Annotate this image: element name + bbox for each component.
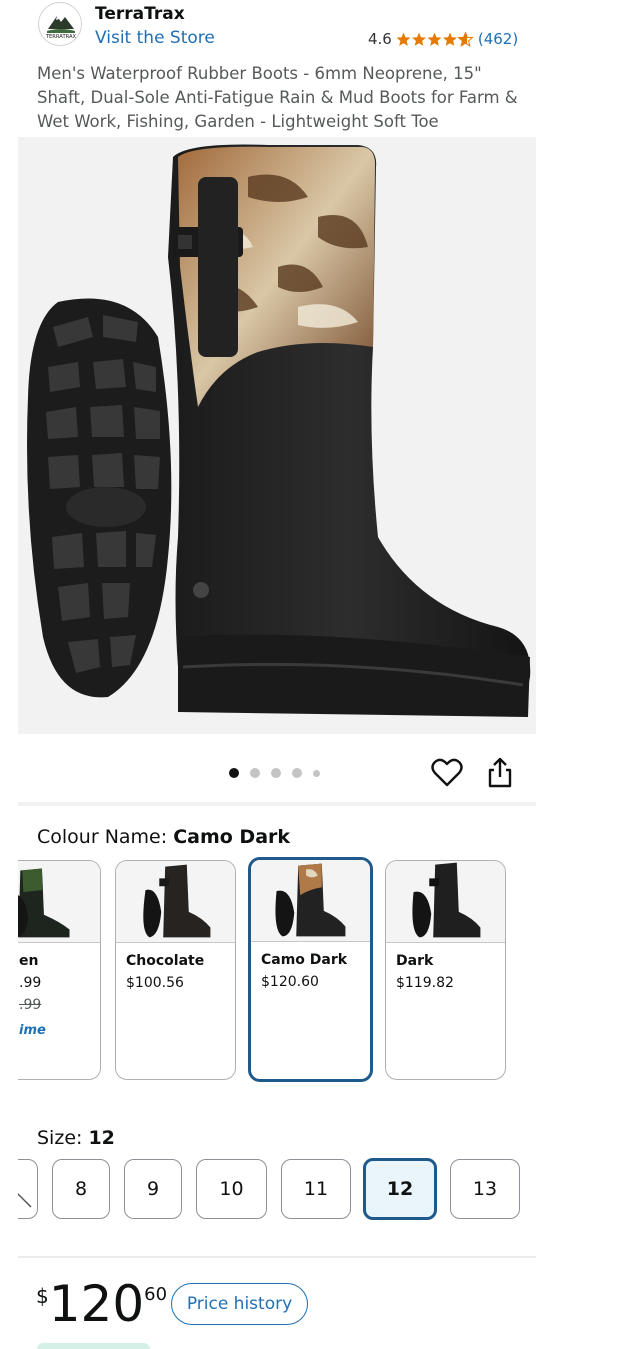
- price-display: $ 120 60: [36, 1276, 167, 1332]
- carousel-dot[interactable]: [250, 768, 260, 778]
- swatch-name: Camo Dark: [261, 952, 348, 968]
- swatch-price: $100.56: [126, 975, 184, 991]
- swatch-image: [18, 861, 100, 943]
- swatch-prime-badge: ime: [19, 1023, 46, 1038]
- share-icon: [488, 757, 512, 788]
- logo-text: TERRATRAX: [45, 34, 77, 40]
- colour-swatch-list[interactable]: en .99 .99 ime Chocolate $100.56 Camo Da…: [18, 857, 538, 1087]
- size-option[interactable]: 8: [52, 1159, 110, 1219]
- dark-boot-thumbnail: [412, 862, 481, 938]
- size-option[interactable]: 13: [450, 1159, 520, 1219]
- rating-value: 4.6: [368, 30, 392, 48]
- rating-count[interactable]: (462): [478, 30, 518, 48]
- visit-store-link[interactable]: Visit the Store: [95, 28, 215, 48]
- brand-name[interactable]: TerraTrax: [95, 4, 185, 24]
- size-label-text: Size:: [37, 1127, 89, 1149]
- wishlist-button[interactable]: [430, 757, 464, 789]
- size-option-partial[interactable]: [18, 1159, 38, 1219]
- swatch-name: en: [19, 953, 39, 969]
- brand-logo[interactable]: TERRATRAX: [38, 2, 82, 46]
- size-option[interactable]: 10: [196, 1159, 267, 1219]
- swatch-name: Dark: [396, 953, 434, 969]
- heart-icon: [431, 758, 463, 787]
- swatch-price: $119.82: [396, 975, 454, 991]
- colour-label: Colour Name: Camo Dark: [37, 826, 290, 848]
- rating-summary[interactable]: 4.6 (462): [368, 30, 518, 48]
- image-carousel-dots[interactable]: [229, 768, 320, 778]
- size-label: Size: 12: [37, 1127, 115, 1149]
- stars-icon: [396, 31, 473, 46]
- swatch-image: [386, 861, 505, 943]
- selected-colour: Camo Dark: [173, 826, 291, 848]
- swatch-old-price: .99: [19, 997, 42, 1013]
- carousel-dot[interactable]: [271, 768, 281, 778]
- size-option-selected[interactable]: 12: [363, 1158, 437, 1220]
- price-whole: 120: [48, 1275, 145, 1333]
- swatch-name: Chocolate: [126, 953, 205, 969]
- strikethrough-icon: [18, 1192, 32, 1208]
- carousel-dot[interactable]: [313, 769, 320, 777]
- section-divider: [18, 802, 536, 806]
- product-image[interactable]: [18, 137, 536, 734]
- camo-boot-thumbnail: [275, 863, 346, 937]
- size-option[interactable]: 9: [124, 1159, 182, 1219]
- chocolate-boot-thumbnail: [143, 864, 211, 938]
- share-button[interactable]: [486, 757, 514, 789]
- colour-swatch-selected[interactable]: Camo Dark $120.60: [248, 857, 373, 1082]
- rubber-boot-image: [27, 144, 531, 717]
- colour-swatch[interactable]: en .99 .99 ime: [18, 860, 101, 1080]
- swatch-image: [251, 860, 370, 942]
- size-option-list[interactable]: 8 9 10 11 12 13: [18, 1158, 538, 1222]
- colour-label-text: Colour Name:: [37, 826, 174, 848]
- green-boot-thumbnail: [18, 868, 70, 938]
- deal-badge: [37, 1343, 150, 1349]
- section-divider: [18, 1256, 536, 1258]
- size-option[interactable]: 11: [281, 1159, 351, 1219]
- colour-swatch[interactable]: Dark $119.82: [385, 860, 506, 1080]
- star-rating: [396, 31, 474, 47]
- carousel-dot[interactable]: [292, 768, 302, 778]
- price-fraction: 60: [144, 1284, 168, 1305]
- carousel-dot[interactable]: [229, 768, 239, 778]
- mountain-logo-icon: TERRATRAX: [40, 4, 81, 45]
- product-title: Men's Waterproof Rubber Boots - 6mm Neop…: [37, 64, 518, 131]
- swatch-price: .99: [19, 975, 42, 991]
- selected-size: 12: [88, 1127, 115, 1149]
- swatch-image: [116, 861, 235, 943]
- swatch-price: $120.60: [261, 974, 319, 990]
- colour-swatch[interactable]: Chocolate $100.56: [115, 860, 236, 1080]
- price-history-button[interactable]: Price history: [171, 1283, 308, 1325]
- price-symbol: $: [36, 1284, 49, 1308]
